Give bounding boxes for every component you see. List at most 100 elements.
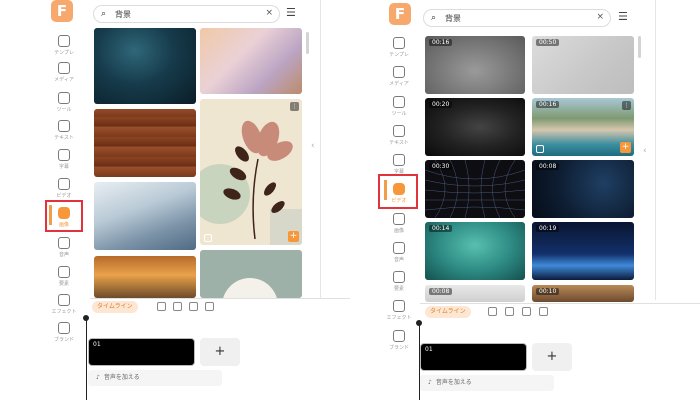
video-thumbnail[interactable]: 00:16 ⋮ + [532, 98, 634, 156]
timeline-clip[interactable]: 01 [88, 338, 195, 366]
timeline-tab[interactable]: タイムライン [425, 306, 471, 318]
timeline-clip[interactable]: 01 [420, 343, 527, 371]
video-thumbnail[interactable]: 00:08 [425, 285, 525, 302]
collapse-panel-icon[interactable]: ‹ [643, 146, 647, 156]
sidebar-item-brand[interactable]: ブランド [377, 330, 421, 358]
video-thumbnail[interactable]: 00:16 [425, 36, 525, 94]
delete-icon[interactable] [539, 307, 548, 316]
duration-badge: 00:08 [429, 288, 453, 295]
sidebar-item-tools[interactable]: ツール [377, 96, 421, 124]
split-icon[interactable] [505, 307, 514, 316]
sidebar-item-label: メディア [389, 81, 409, 87]
sidebar-item-label: ビデオ [56, 193, 72, 199]
add-clip-button[interactable]: + [532, 343, 572, 371]
panel-divider [320, 0, 321, 298]
image-thumbnail[interactable] [94, 182, 196, 250]
sidebar-item-image[interactable]: 画像 [377, 213, 421, 241]
playhead[interactable] [86, 318, 87, 400]
sidebar-item-template[interactable]: テンプレ [42, 35, 86, 63]
add-audio-label: 音声を加える [103, 374, 140, 381]
app-logo[interactable]: F [389, 3, 411, 25]
sidebar-item-label: テンプレ [389, 52, 409, 58]
image-thumbnail[interactable] [94, 28, 196, 104]
music-note-icon: ♪ [96, 374, 100, 381]
add-track-icon[interactable] [157, 302, 166, 311]
sidebar-item-media[interactable]: メディア [377, 66, 421, 94]
sidebar-item-effects[interactable]: エフェクト [377, 300, 421, 328]
sidebar-item-elements[interactable]: 要素 [42, 266, 86, 294]
timeline-tab[interactable]: タイムライン [92, 301, 138, 313]
template-icon [58, 35, 70, 47]
search-value: 背景 [445, 14, 461, 23]
more-options-icon[interactable]: ⋮ [290, 102, 299, 111]
botanical-illustration [200, 120, 302, 245]
sidebar-item-audio[interactable]: 音声 [377, 242, 421, 270]
ai-tools-icon [58, 92, 70, 104]
timeline-toolbar: タイムライン [425, 306, 655, 320]
video-thumbnail[interactable]: 00:30 [425, 160, 525, 218]
duration-badge: 00:50 [536, 39, 560, 46]
sidebar-item-audio[interactable]: 音声 [42, 237, 86, 265]
add-clip-button[interactable]: + [200, 338, 240, 366]
highlight-box [378, 174, 418, 209]
clear-icon[interactable]: × [265, 8, 273, 18]
sidebar-item-text[interactable]: テキスト [377, 125, 421, 153]
duration-badge: 00:14 [429, 225, 453, 232]
search-input[interactable]: ⌕ 背景 × [93, 5, 280, 23]
add-audio-button[interactable]: ♪ 音声を加える [420, 375, 554, 391]
sidebar-item-effects[interactable]: エフェクト [42, 294, 86, 322]
sidebar: F テンプレ メディア ツール テキスト 字幕 ビデオ 画像 音声 要素 エフェ… [40, 0, 86, 343]
search-input[interactable]: ⌕ 背景 × [423, 9, 611, 27]
sidebar-item-elements[interactable]: 要素 [377, 271, 421, 299]
video-thumbnail[interactable]: 00:14 [425, 222, 525, 280]
split-icon[interactable] [173, 302, 182, 311]
collapse-panel-icon[interactable]: ‹ [311, 141, 315, 151]
sidebar-item-brand[interactable]: ブランド [42, 322, 86, 350]
image-thumbnail[interactable] [200, 250, 302, 298]
sidebar-item-media[interactable]: メディア [42, 62, 86, 90]
clip-label: 01 [93, 341, 101, 348]
filter-icon[interactable]: ☰ [618, 10, 628, 23]
image-thumbnail[interactable]: ⋮ + [200, 99, 302, 245]
app-logo[interactable]: F [51, 0, 73, 22]
delete-icon[interactable] [205, 302, 214, 311]
video-thumbnail[interactable]: 00:19 [532, 222, 634, 280]
clear-icon[interactable]: × [596, 12, 604, 22]
playhead-handle[interactable] [416, 320, 422, 326]
add-to-timeline-button[interactable]: + [288, 231, 299, 242]
text-icon [393, 125, 405, 137]
sidebar-item-label: メディア [54, 77, 74, 83]
sidebar-item-text[interactable]: テキスト [42, 120, 86, 148]
video-thumbnail[interactable]: 00:20 [425, 98, 525, 156]
image-thumbnail[interactable] [200, 28, 302, 94]
sidebar-item-label: 画像 [393, 228, 404, 234]
image-thumbnail[interactable] [94, 109, 196, 177]
scrollbar[interactable] [638, 36, 641, 58]
filter-icon[interactable]: ☰ [286, 6, 296, 19]
sidebar-item-label: 字幕 [58, 164, 69, 170]
video-thumbnail[interactable]: 00:10 [532, 285, 634, 302]
sidebar-item-tools[interactable]: ツール [42, 92, 86, 120]
duplicate-icon[interactable] [522, 307, 531, 316]
sidebar-item-label: テンプレ [54, 50, 74, 56]
add-track-icon[interactable] [488, 307, 497, 316]
video-thumbnail[interactable]: 00:08 [532, 160, 634, 218]
playhead-handle[interactable] [83, 315, 89, 321]
duration-badge: 00:20 [429, 101, 453, 108]
duration-badge: 00:08 [536, 163, 560, 170]
sidebar-item-subtitle[interactable]: 字幕 [42, 149, 86, 177]
video-thumbnail[interactable]: 00:50 [532, 36, 634, 94]
image-icon [393, 213, 405, 225]
add-audio-button[interactable]: ♪ 音声を加える [88, 370, 222, 386]
add-to-timeline-button[interactable]: + [620, 142, 631, 153]
video-type-icon [536, 145, 544, 153]
sidebar-item-label: テキスト [54, 135, 74, 141]
image-type-icon [204, 234, 212, 242]
timeline-divider [90, 298, 350, 299]
more-options-icon[interactable]: ⋮ [622, 101, 631, 110]
scrollbar[interactable] [306, 32, 309, 54]
sidebar-item-template[interactable]: テンプレ [377, 37, 421, 65]
add-audio-label: 音声を加える [435, 379, 472, 386]
image-thumbnail[interactable] [94, 256, 196, 298]
duplicate-icon[interactable] [189, 302, 198, 311]
